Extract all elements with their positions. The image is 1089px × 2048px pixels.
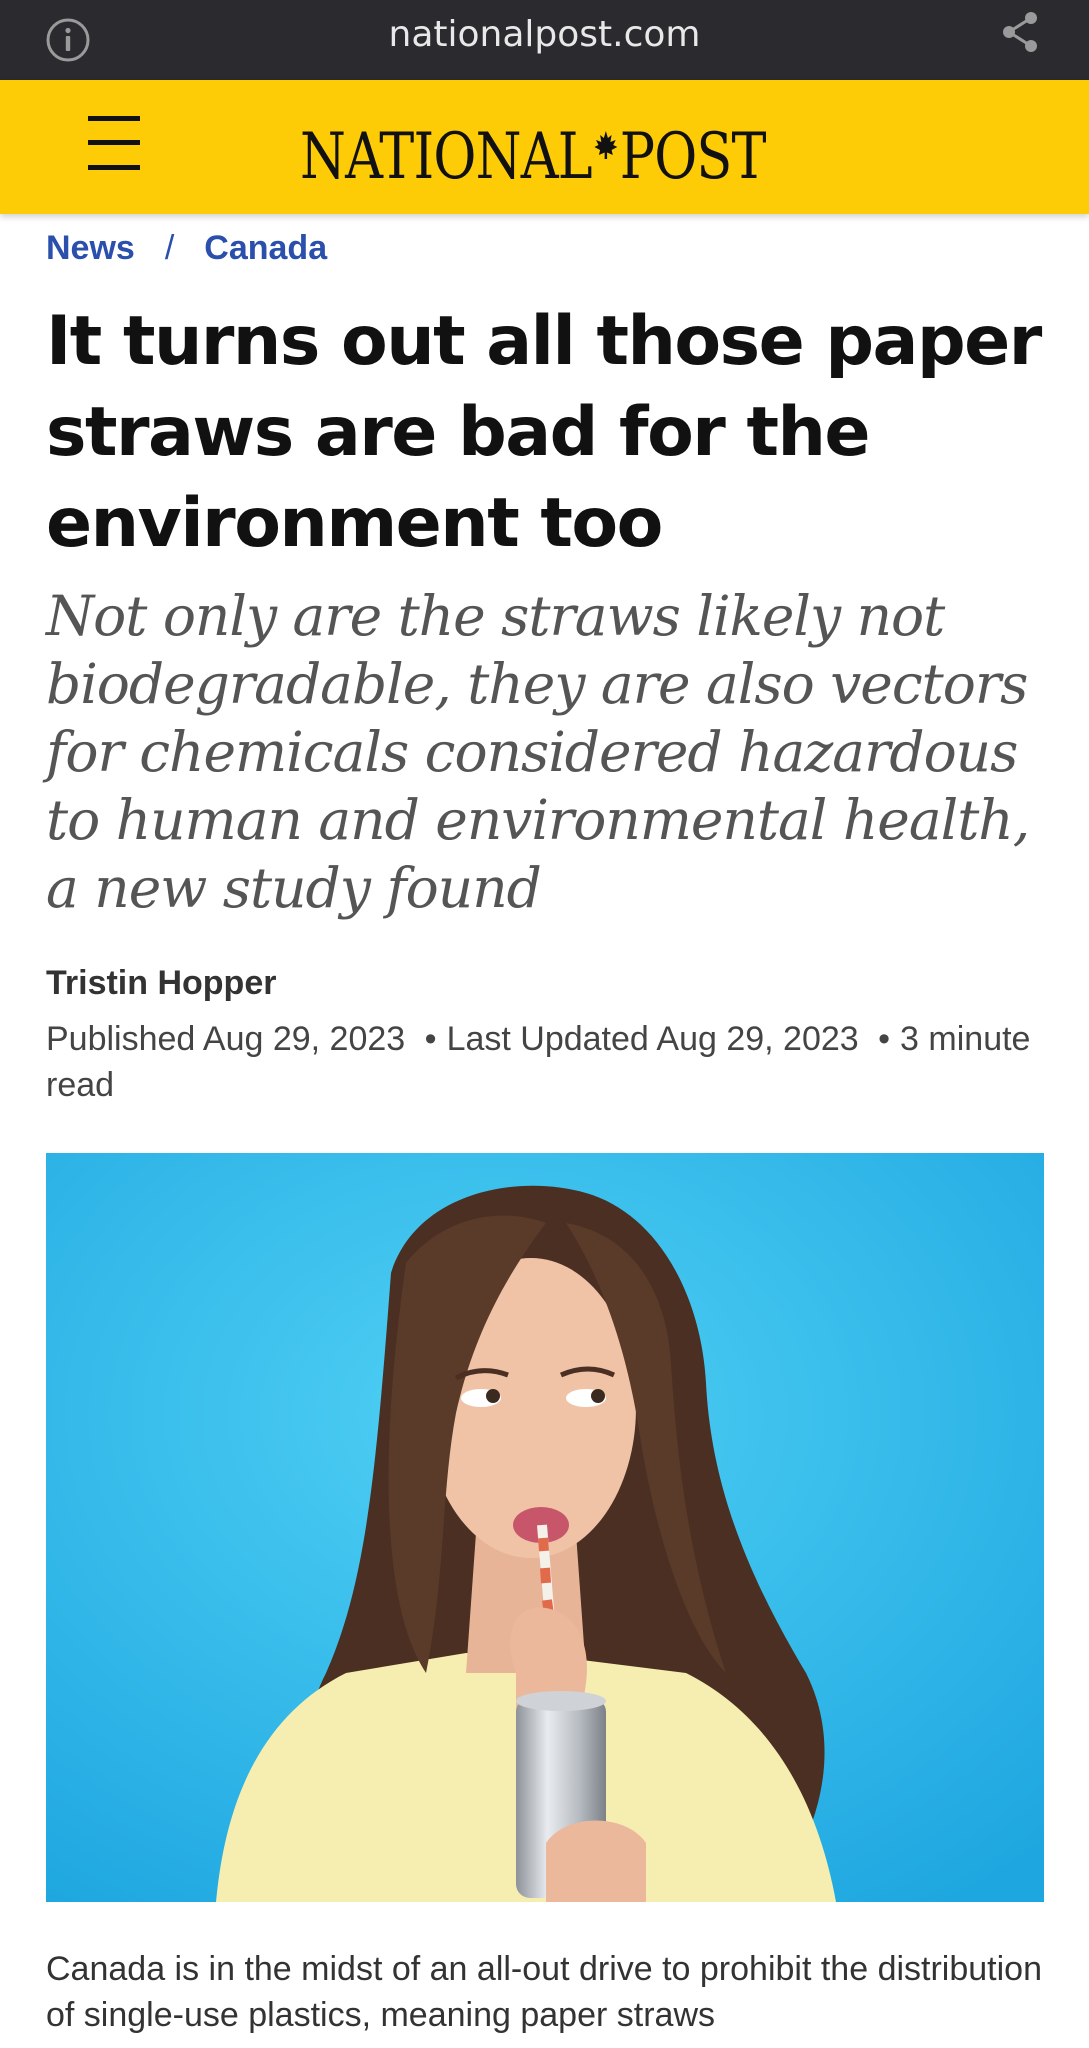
breadcrumb-news[interactable]: News [46, 229, 135, 267]
updated-date: Last Updated Aug 29, 2023 [446, 1020, 859, 1058]
logo-text-post: POST [619, 120, 767, 194]
article-meta: Published Aug 29, 2023 • Last Updated Aug… [46, 1016, 1056, 1108]
article-dek: Not only are the straws likely not biode… [46, 584, 1030, 920]
meta-separator: • [878, 1020, 891, 1058]
url-text[interactable]: nationalpost.com [0, 10, 1089, 60]
logo-text-national: NATIONAL [300, 120, 593, 194]
breadcrumb-separator: / [164, 229, 175, 267]
hamburger-menu-icon[interactable] [88, 116, 140, 170]
author-name[interactable]: Tristin Hopper [46, 960, 276, 1006]
site-header: NATIONAL POST [0, 80, 1089, 214]
breadcrumb: News / Canada [46, 224, 327, 272]
meta-separator: • [424, 1020, 437, 1058]
browser-address-bar: nationalpost.com [0, 0, 1089, 80]
article-headline: It turns out all those paper straws are … [46, 302, 1042, 563]
national-post-logo[interactable]: NATIONAL POST [300, 102, 868, 194]
breadcrumb-canada[interactable]: Canada [204, 229, 327, 267]
share-icon[interactable] [996, 8, 1044, 56]
maple-leaf-icon [592, 107, 620, 159]
article-hero-image [46, 1153, 1044, 1902]
published-date: Published Aug 29, 2023 [46, 1020, 406, 1058]
article-body-paragraph: Canada is in the midst of an all-out dri… [46, 1950, 1042, 2034]
